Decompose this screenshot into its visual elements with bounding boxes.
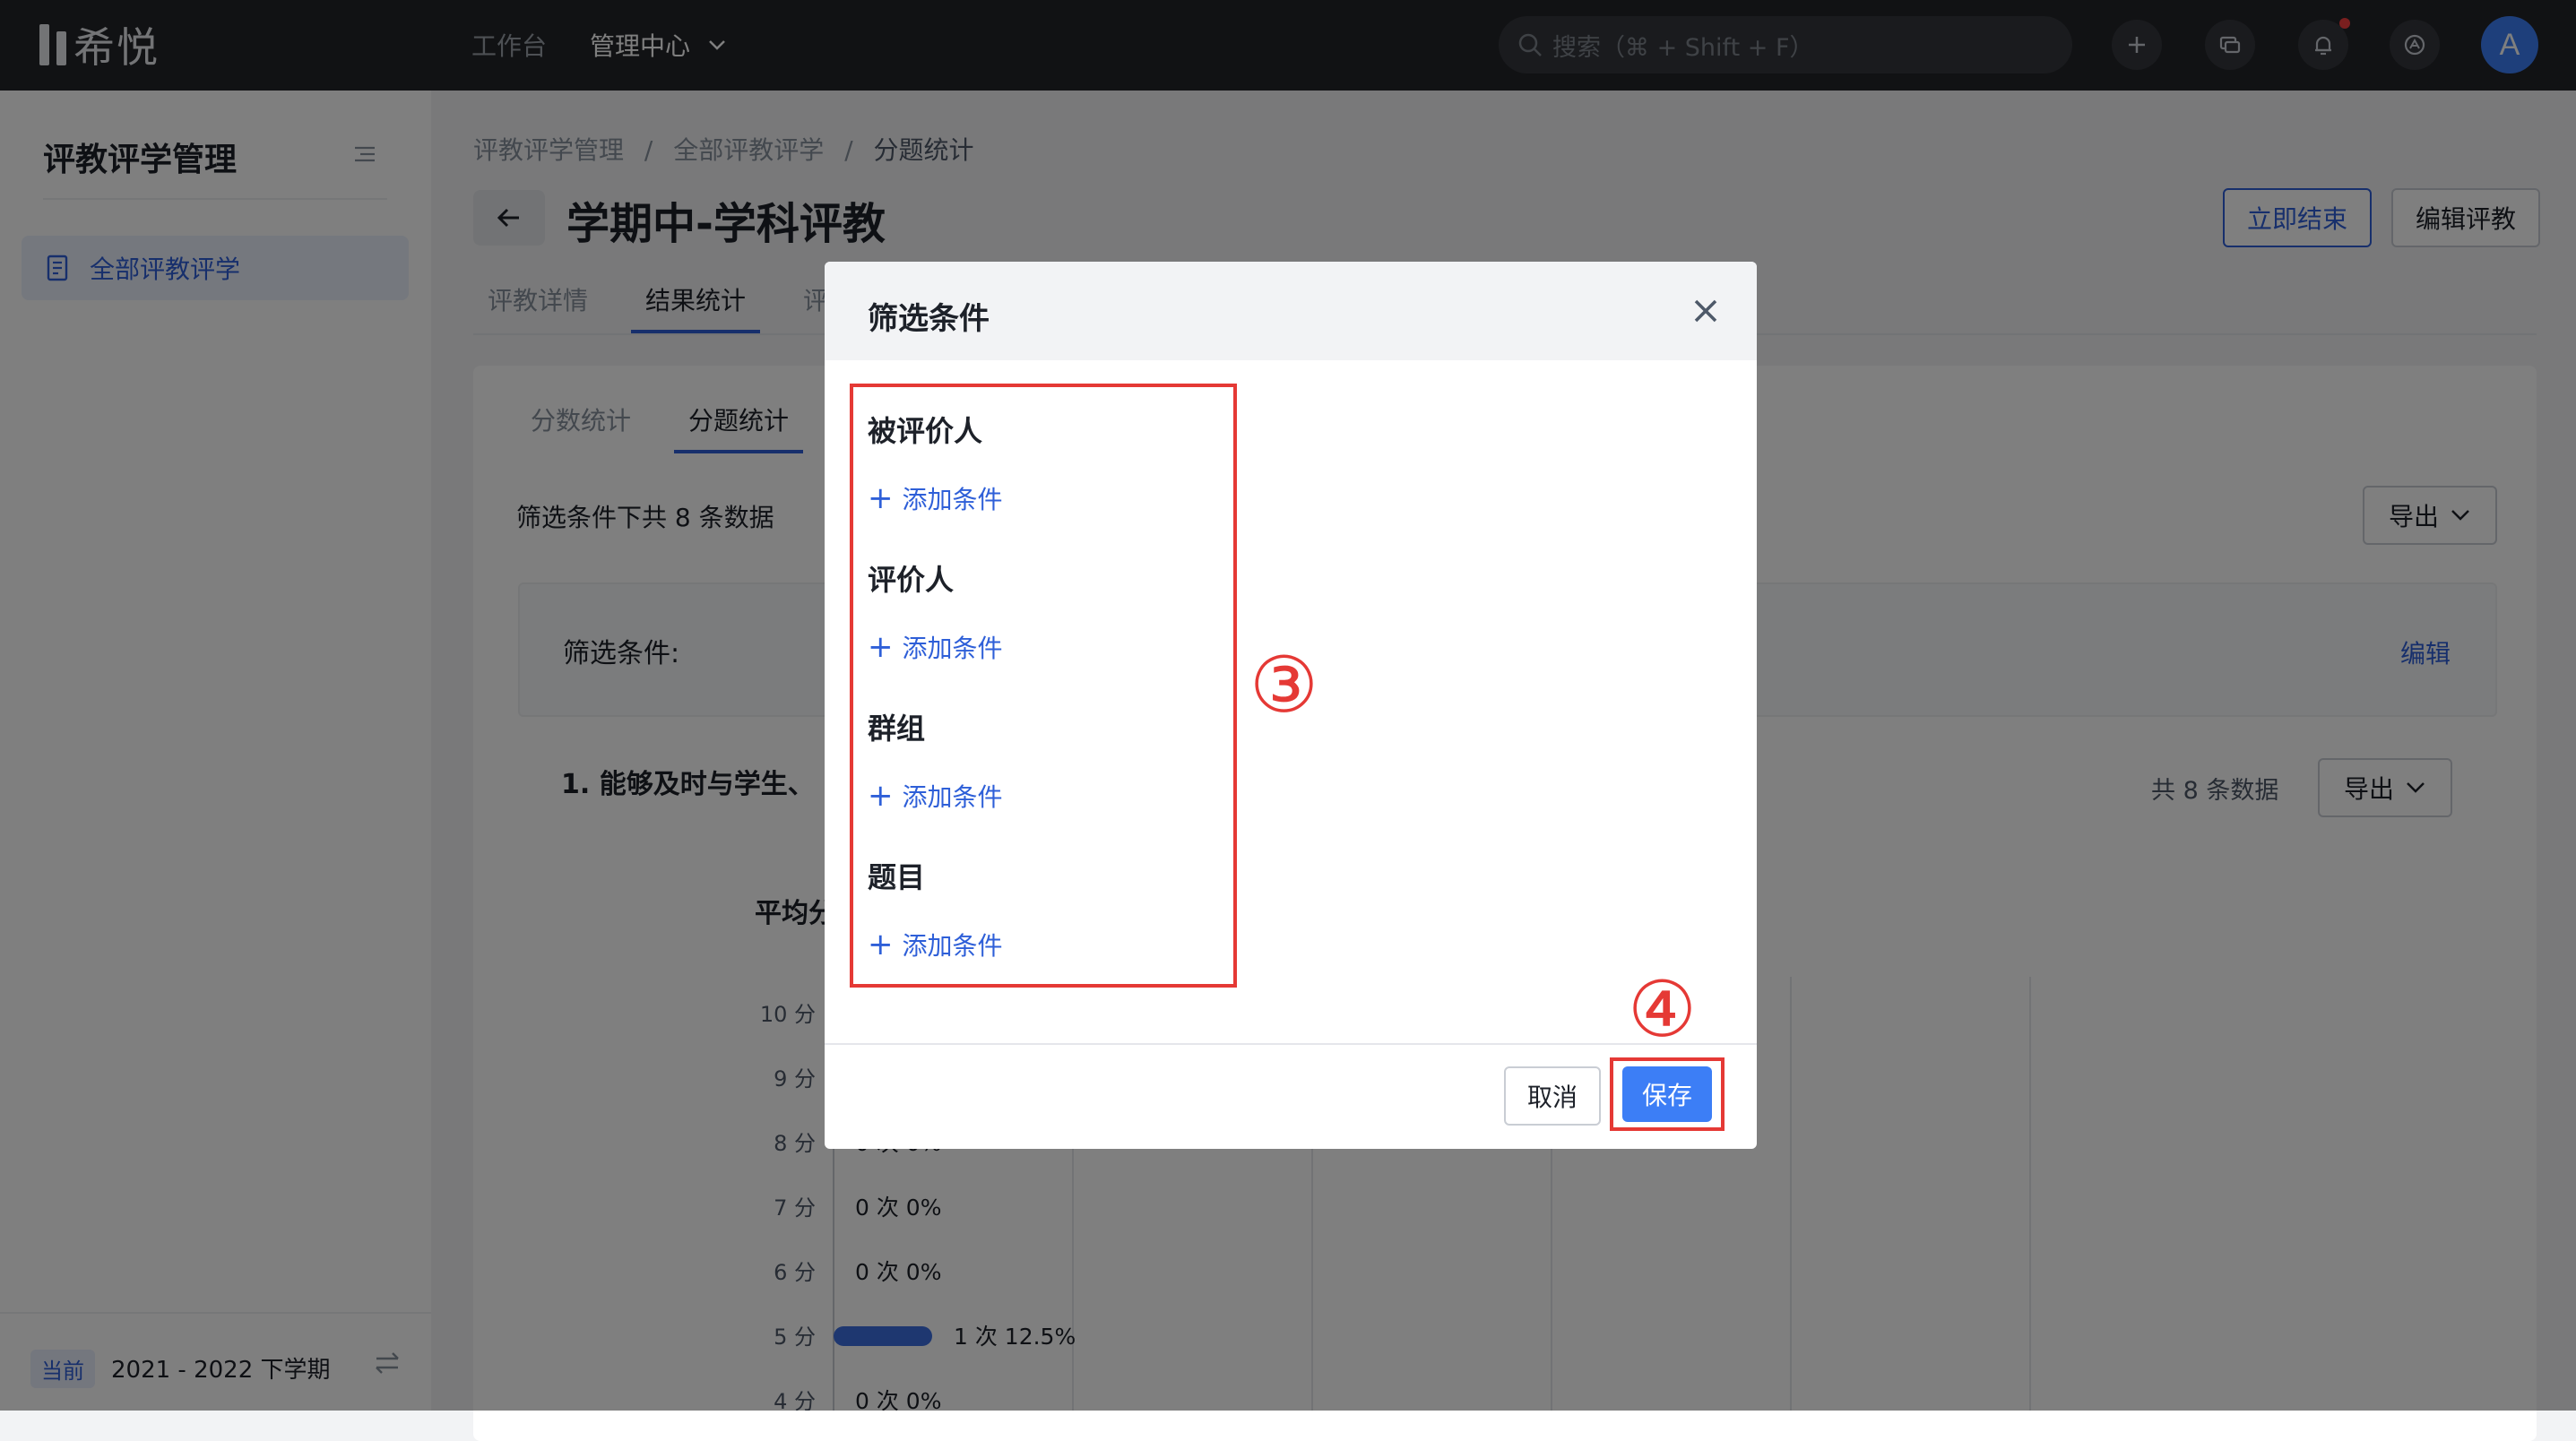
modal-title: 筛选条件: [868, 301, 990, 337]
annotation-box-conditions: [850, 384, 1237, 988]
filter-modal: 筛选条件 被评价人 + 添加条件 评价人 + 添加条件 群组 + 添加条件 题目 + 添…: [825, 262, 1757, 1149]
cancel-button[interactable]: 取消: [1504, 1066, 1601, 1126]
step-4-annotation: ④: [1628, 965, 1698, 1055]
step-3-annotation: ③: [1249, 641, 1319, 730]
save-button[interactable]: 保存: [1622, 1066, 1712, 1122]
close-icon[interactable]: [1690, 296, 1721, 326]
modal-footer-divider: [825, 1043, 1757, 1045]
modal-header: 筛选条件: [825, 262, 1757, 360]
